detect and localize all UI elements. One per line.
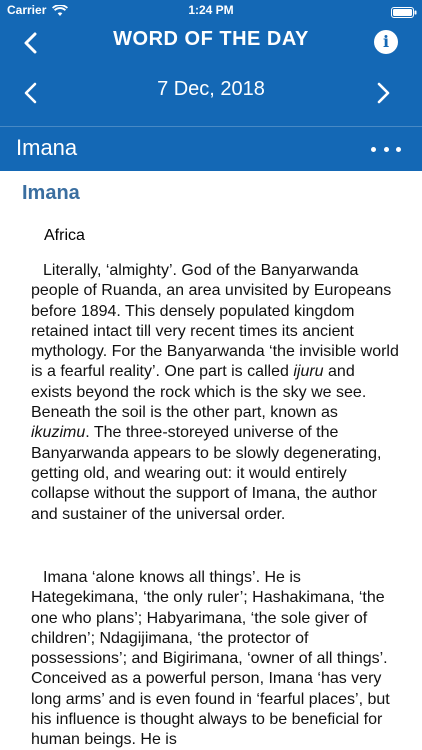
- info-icon: i: [382, 32, 390, 51]
- paragraph-term-italic: ikuzimu: [31, 424, 86, 442]
- entry-heading: Imana: [22, 182, 80, 204]
- back-button[interactable]: [18, 30, 44, 56]
- date-navigator: 7 Dec, 2018: [0, 64, 422, 126]
- info-button[interactable]: i: [374, 30, 398, 54]
- entry-title: Imana: [16, 135, 78, 160]
- paragraph-term-italic: ijuru: [293, 363, 324, 381]
- entry-region: Africa: [44, 227, 85, 244]
- next-day-button[interactable]: [370, 80, 396, 106]
- chevron-left-icon: [24, 32, 37, 54]
- page-title: WORD OF THE DAY: [113, 28, 309, 50]
- entry-title-bar: Imana: [0, 127, 422, 171]
- previous-day-button[interactable]: [18, 80, 44, 106]
- entry-paragraph-1: Literally, ‘almighty’. God of the Banyar…: [31, 261, 400, 525]
- more-horizontal-icon: [396, 146, 401, 152]
- status-time: 1:24 PM: [188, 3, 234, 17]
- status-bar: Carrier 1:24 PM: [0, 0, 422, 22]
- battery-icon: [391, 5, 417, 18]
- more-options-button[interactable]: [366, 137, 406, 161]
- app-header: Carrier 1:24 PM WORD OF THE DAY i 7 Dec,…: [0, 0, 422, 171]
- more-horizontal-icon: [371, 146, 376, 152]
- current-date: 7 Dec, 2018: [157, 78, 265, 100]
- entry-content[interactable]: Imana Africa Literally, ‘almighty’. God …: [0, 171, 422, 750]
- chevron-right-icon: [377, 82, 390, 104]
- more-horizontal-icon: [383, 146, 389, 152]
- nav-bar: WORD OF THE DAY i: [0, 22, 422, 64]
- chevron-left-icon: [24, 82, 37, 104]
- entry-paragraph-2: Imana ‘alone knows all things’. He is Ha…: [31, 569, 390, 749]
